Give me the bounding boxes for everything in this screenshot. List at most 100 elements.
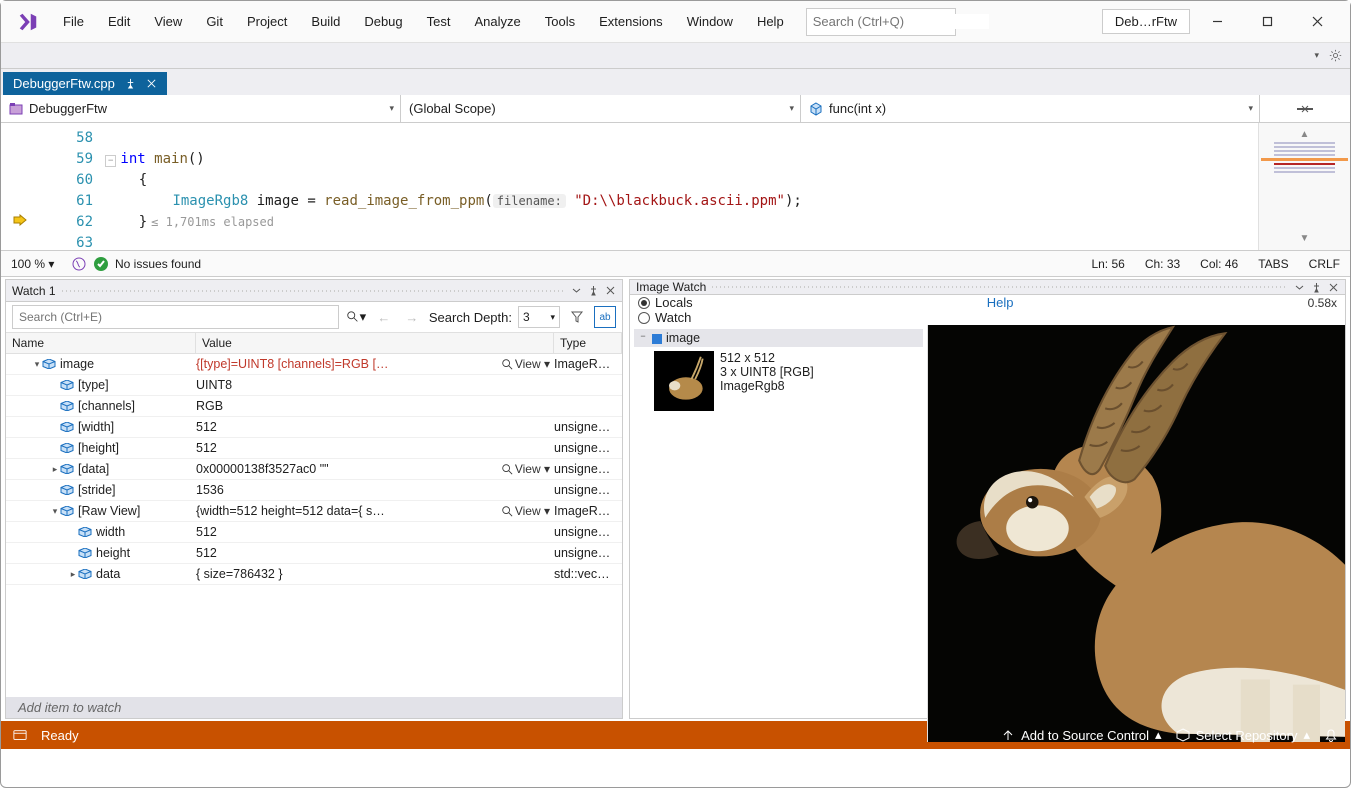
- watch-row[interactable]: ▸[data]0x00000138f3527ac0 ""View ▾unsign…: [6, 459, 622, 480]
- image-dims: 512 x 512: [720, 351, 814, 365]
- nav-back[interactable]: ←: [373, 306, 395, 328]
- menu-edit[interactable]: Edit: [98, 8, 140, 35]
- solution-name[interactable]: Deb…rFtw: [1102, 9, 1190, 34]
- image-list-item[interactable]: − image: [634, 329, 923, 347]
- document-tab-active[interactable]: DebuggerFtw.cpp: [3, 72, 167, 95]
- minimize-button[interactable]: [1194, 5, 1240, 39]
- help-link[interactable]: Help: [987, 295, 1014, 310]
- menu-help[interactable]: Help: [747, 8, 794, 35]
- menu-debug[interactable]: Debug: [354, 8, 412, 35]
- char-indicator[interactable]: Ch: 33: [1145, 257, 1180, 271]
- image-list[interactable]: − image 512 x 512 3 x UINT8 [RGB] ImageR…: [630, 325, 928, 742]
- col-indicator[interactable]: Col: 46: [1200, 257, 1238, 271]
- filter-icon[interactable]: [566, 306, 588, 328]
- expand-toggle[interactable]: ▾: [50, 506, 60, 517]
- menu-view[interactable]: View: [144, 8, 192, 35]
- expand-toggle[interactable]: ▸: [68, 569, 78, 580]
- locals-radio[interactable]: Locals: [638, 295, 693, 310]
- indent-indicator[interactable]: TABS: [1258, 257, 1288, 271]
- match-icon[interactable]: ab: [594, 306, 616, 328]
- health-ok-icon: [93, 256, 109, 272]
- watch-var-value: {width=512 height=512 data={ s…: [196, 504, 385, 518]
- perf-tip[interactable]: ≤ 1,701ms elapsed: [151, 215, 274, 229]
- toolbar-overflow-chevron[interactable]: ▾: [1314, 50, 1319, 61]
- view-button[interactable]: View ▾: [501, 462, 554, 476]
- watch-var-value: 512: [196, 546, 217, 560]
- global-search-input[interactable]: [813, 14, 989, 29]
- watch-var-value: {[type]=UINT8 [channels]=RGB […: [196, 357, 388, 371]
- watch-radio[interactable]: Watch: [638, 310, 691, 325]
- watch-var-type: unsigne…: [554, 525, 622, 539]
- output-icon[interactable]: [13, 728, 27, 742]
- watch-row[interactable]: ▾image{[type]=UINT8 [channels]=RGB […Vie…: [6, 354, 622, 375]
- menu-analyze[interactable]: Analyze: [464, 8, 530, 35]
- gear-icon[interactable]: [1329, 49, 1342, 62]
- nav-scope-combo[interactable]: (Global Scope)▾: [401, 95, 801, 122]
- col-value[interactable]: Value: [196, 333, 554, 353]
- close-icon[interactable]: [1328, 282, 1339, 293]
- watch-row[interactable]: ▸data{ size=786432 }std::vec…: [6, 564, 622, 585]
- watch-row[interactable]: ▾ [Raw View] {width=512 height=512 data={ …: [6, 501, 622, 522]
- editor-status-strip: 100 % ▾ No issues found Ln: 56 Ch: 33 Co…: [1, 251, 1350, 277]
- nav-function-combo[interactable]: func(int x)▾: [801, 95, 1260, 122]
- watch-var-type: std::vec…: [554, 567, 622, 581]
- menu-extensions[interactable]: Extensions: [589, 8, 673, 35]
- watch-row[interactable]: [stride]1536unsigne…: [6, 480, 622, 501]
- expand-toggle[interactable]: −: [638, 331, 648, 341]
- search-dropdown[interactable]: ▾: [345, 306, 367, 328]
- nav-project-combo[interactable]: DebuggerFtw▾: [1, 95, 401, 122]
- menu-window[interactable]: Window: [677, 8, 743, 35]
- watch-row[interactable]: [type]UINT8: [6, 375, 622, 396]
- eol-indicator[interactable]: CRLF: [1309, 257, 1340, 271]
- intellicode-icon[interactable]: [71, 256, 87, 272]
- zoom-combo[interactable]: 100 % ▾: [11, 257, 71, 271]
- select-repository[interactable]: Select Repository ▴: [1176, 727, 1310, 743]
- bell-icon[interactable]: [1324, 728, 1338, 742]
- watch-row[interactable]: width512unsigne…: [6, 522, 622, 543]
- global-search[interactable]: [806, 8, 956, 36]
- maximize-button[interactable]: [1244, 5, 1290, 39]
- watch-var-name: [Raw View]: [78, 504, 140, 518]
- fold-toggle[interactable]: −: [105, 155, 116, 167]
- depth-combo[interactable]: 3▾: [518, 306, 560, 328]
- watch-panel: Watch 1 ▾ ← → Search Depth: 3▾ ab Name V…: [5, 279, 623, 719]
- menu-git[interactable]: Git: [196, 8, 233, 35]
- col-name[interactable]: Name: [6, 333, 196, 353]
- watch-search-input[interactable]: [12, 305, 339, 329]
- menu-file[interactable]: File: [53, 8, 94, 35]
- expand-toggle[interactable]: ▸: [50, 464, 60, 475]
- line-indicator[interactable]: Ln: 56: [1091, 257, 1124, 271]
- chevron-down-icon[interactable]: [571, 285, 582, 296]
- watch-grid[interactable]: ▾image{[type]=UINT8 [channels]=RGB […Vie…: [6, 354, 622, 697]
- menu-test[interactable]: Test: [417, 8, 461, 35]
- minimap[interactable]: ▲ ▼: [1258, 123, 1350, 250]
- close-button[interactable]: [1294, 5, 1340, 39]
- add-watch-row[interactable]: Add item to watch: [6, 697, 622, 718]
- split-view-button[interactable]: [1260, 95, 1350, 122]
- view-button[interactable]: View ▾: [501, 357, 554, 371]
- nav-forward[interactable]: →: [401, 306, 423, 328]
- code-editor[interactable]: 58 59−int main() 60 { 61 ImageRgb8 image…: [1, 123, 1258, 250]
- chevron-down-icon[interactable]: [1294, 282, 1305, 293]
- expand-toggle[interactable]: ▾: [32, 359, 42, 370]
- pin-icon[interactable]: [588, 285, 599, 296]
- add-source-control[interactable]: Add to Source Control ▴: [1001, 727, 1161, 743]
- watch-row[interactable]: [height]512unsigne…: [6, 438, 622, 459]
- menu-project[interactable]: Project: [237, 8, 297, 35]
- menu-tools[interactable]: Tools: [535, 8, 585, 35]
- close-tab-icon[interactable]: [146, 78, 157, 89]
- watch-row[interactable]: height512unsigne…: [6, 543, 622, 564]
- menu-build[interactable]: Build: [301, 8, 350, 35]
- image-preview[interactable]: [928, 325, 1345, 742]
- watch-row[interactable]: [channels]RGB: [6, 396, 622, 417]
- col-type[interactable]: Type: [554, 333, 622, 353]
- close-icon[interactable]: [605, 285, 616, 296]
- split-icon: [1296, 102, 1314, 116]
- view-button[interactable]: View ▾: [501, 504, 554, 518]
- navigation-bar: DebuggerFtw▾ (Global Scope)▾ func(int x)…: [1, 95, 1350, 123]
- pin-icon[interactable]: [1311, 282, 1322, 293]
- image-thumbnail[interactable]: [654, 351, 714, 411]
- pin-icon[interactable]: [125, 78, 136, 89]
- watch-row[interactable]: [width]512unsigne…: [6, 417, 622, 438]
- nav-project-label: DebuggerFtw: [29, 101, 107, 116]
